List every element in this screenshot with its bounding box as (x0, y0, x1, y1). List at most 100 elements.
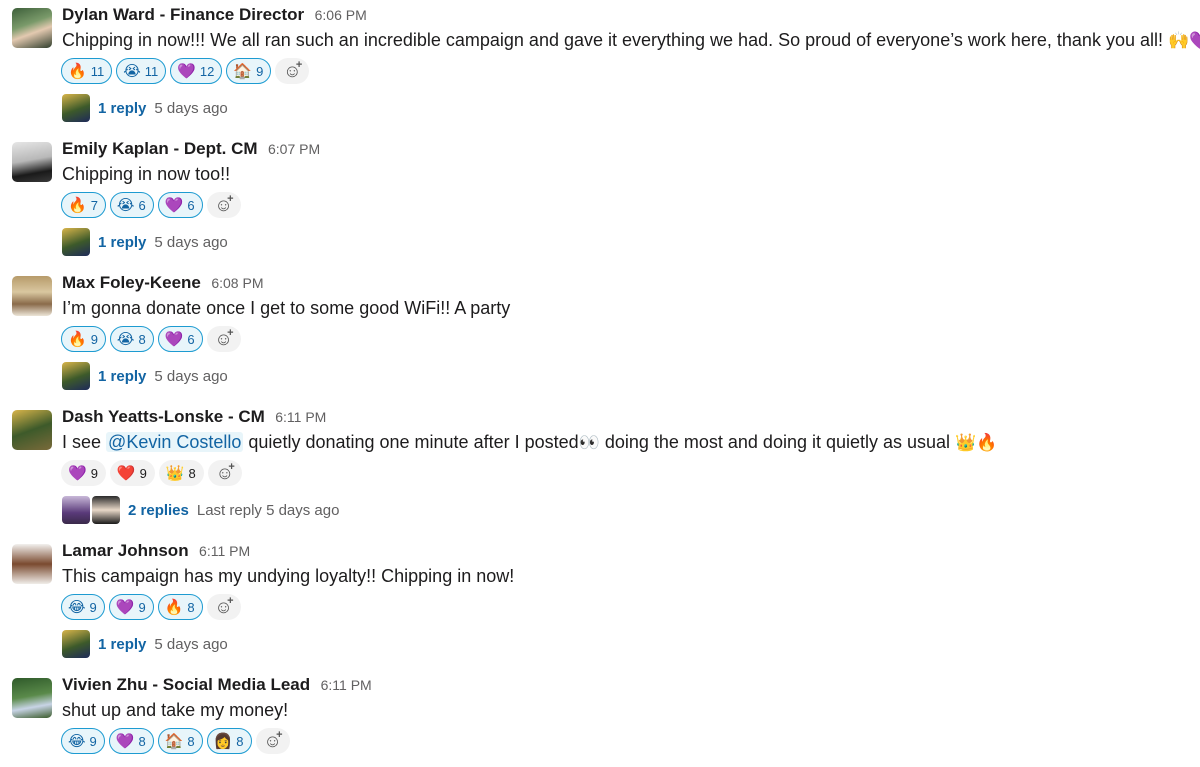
reaction-count: 7 (90, 197, 98, 213)
reply-count-link[interactable]: 2 replies (128, 502, 189, 519)
reaction-fire[interactable]: 🔥 8 (157, 594, 203, 620)
purple-heart-icon: 💜 (68, 464, 87, 482)
reaction-house[interactable]: 🏠 8 (157, 728, 203, 754)
crown-icon: 👑 (165, 464, 185, 482)
timestamp[interactable]: 6:11 PM (275, 409, 326, 425)
avatar[interactable] (12, 142, 52, 182)
message-header: Vivien Zhu - Social Media Lead 6:11 PM (62, 675, 372, 695)
reaction-count: 8 (138, 331, 146, 347)
reaction-crying[interactable]: 😭 6 (109, 192, 154, 218)
reply-count-link[interactable]: 1 reply (98, 100, 146, 117)
timestamp[interactable]: 6:11 PM (199, 543, 250, 559)
reactions-bar: 🔥 11 😭 11 💜 12 🏠 9 ☺ + (61, 58, 310, 84)
message-body: quietly donating one minute after I post… (248, 432, 579, 452)
reaction-count: 6 (187, 331, 195, 347)
user-mention[interactable]: @Kevin Costello (106, 432, 244, 452)
avatar[interactable] (12, 544, 52, 584)
reaction-crown[interactable]: 👑 8 (158, 460, 204, 486)
reply-time: 5 days ago (154, 233, 228, 251)
message-text: Chipping in now!!! We all ran such an in… (62, 30, 1200, 51)
house-icon: 🏠 (233, 62, 253, 80)
reaction-crying[interactable]: 😭 8 (109, 326, 154, 352)
timestamp[interactable]: 6:11 PM (321, 677, 372, 693)
reaction-fire[interactable]: 🔥 7 (61, 192, 106, 218)
message-header: Dash Yeatts-Lonske - CM 6:11 PM (62, 407, 326, 427)
purple-heart-icon: 💜 (164, 196, 184, 214)
add-reaction-button[interactable]: ☺ + (255, 728, 290, 754)
fire-icon: 🔥 (68, 330, 87, 348)
message-text: I see @Kevin Costello quietly donating o… (62, 432, 997, 453)
thread-summary[interactable]: 1 reply 5 days ago (62, 94, 228, 122)
thread-summary[interactable]: 1 reply 5 days ago (62, 630, 228, 658)
reaction-count: 8 (188, 465, 196, 481)
reaction-tears-of-joy[interactable]: 😂 9 (61, 594, 105, 620)
reactions-bar: 😂 9 💜 9 🔥 8 ☺ + (61, 594, 241, 620)
tears-of-joy-icon: 😂 (68, 732, 86, 750)
timestamp[interactable]: 6:06 PM (315, 7, 367, 23)
avatar[interactable] (12, 8, 52, 48)
eyes-icon: 👀 (578, 433, 600, 452)
reactions-bar: 😂 9 💜 8 🏠 8 👩 8 ☺ + (61, 728, 290, 754)
message-header: Max Foley-Keene 6:08 PM (62, 273, 263, 293)
reaction-tears-of-joy[interactable]: 😂 9 (61, 728, 105, 754)
reaction-purple-heart[interactable]: 💜 9 (61, 460, 106, 486)
message-text: I’m gonna donate once I get to some good… (62, 298, 511, 318)
purple-heart-icon: 💜 (164, 330, 184, 348)
reaction-crying[interactable]: 😭 11 (116, 58, 167, 84)
crown-fire-icon: 👑🔥 (955, 433, 998, 452)
timestamp[interactable]: 6:08 PM (211, 275, 263, 291)
crying-face-icon: 😭 (123, 62, 141, 80)
reaction-count: 8 (187, 733, 195, 749)
reaction-purple-heart[interactable]: 💜 9 (108, 594, 154, 620)
reaction-count: 9 (89, 733, 97, 749)
fire-icon: 🔥 (164, 598, 184, 616)
reply-count-link[interactable]: 1 reply (98, 636, 146, 653)
raised-hands-purple-hearts-icon: 🙌💜💜 (1168, 31, 1200, 50)
author-name[interactable]: Vivien Zhu - Social Media Lead (62, 675, 310, 694)
add-reaction-button[interactable]: ☺ + (206, 192, 241, 218)
reaction-count: 12 (199, 63, 215, 79)
avatar[interactable] (12, 678, 52, 718)
replier-avatar (62, 362, 90, 390)
add-reaction-button[interactable]: ☺ + (275, 58, 310, 84)
replier-avatar (92, 496, 120, 524)
fire-icon: 🔥 (68, 196, 87, 214)
house-icon: 🏠 (164, 732, 184, 750)
author-name[interactable]: Max Foley-Keene (62, 273, 201, 292)
thread-summary[interactable]: 2 replies Last reply 5 days ago (62, 496, 339, 524)
reaction-count: 9 (89, 599, 97, 615)
avatar[interactable] (12, 410, 52, 450)
add-reaction-button[interactable]: ☺ + (206, 326, 241, 352)
reaction-count: 9 (90, 465, 98, 481)
add-reaction-button[interactable]: ☺ + (207, 460, 242, 486)
thread-summary[interactable]: 1 reply 5 days ago (62, 362, 228, 390)
reaction-purple-heart[interactable]: 💜 12 (170, 58, 223, 84)
reply-time: 5 days ago (154, 635, 228, 653)
reaction-fire[interactable]: 🔥 9 (61, 326, 106, 352)
thread-summary[interactable]: 1 reply 5 days ago (62, 228, 228, 256)
author-name[interactable]: Emily Kaplan - Dept. CM (62, 139, 258, 158)
reactions-bar: 💜 9 ❤️ 9 👑 8 ☺ + (61, 460, 242, 486)
author-name[interactable]: Dylan Ward - Finance Director (62, 5, 304, 24)
author-name[interactable]: Lamar Johnson (62, 541, 189, 560)
avatar[interactable] (12, 276, 52, 316)
reaction-person[interactable]: 👩 8 (206, 728, 252, 754)
author-name[interactable]: Dash Yeatts-Lonske - CM (62, 407, 265, 426)
purple-heart-icon: 💜 (115, 732, 135, 750)
reply-count-link[interactable]: 1 reply (98, 368, 146, 385)
reaction-purple-heart[interactable]: 💜 6 (157, 326, 203, 352)
reaction-count: 11 (144, 63, 159, 79)
message-body: I see (62, 432, 102, 452)
reply-count-link[interactable]: 1 reply (98, 234, 146, 251)
timestamp[interactable]: 6:07 PM (268, 141, 320, 157)
reactions-bar: 🔥 9 😭 8 💜 6 ☺ + (61, 326, 241, 352)
reaction-house[interactable]: 🏠 9 (226, 58, 272, 84)
reaction-purple-heart[interactable]: 💜 6 (157, 192, 203, 218)
tears-of-joy-icon: 😂 (68, 598, 86, 616)
reaction-count: 6 (138, 197, 146, 213)
reaction-purple-heart[interactable]: 💜 8 (108, 728, 154, 754)
add-reaction-button[interactable]: ☺ + (206, 594, 241, 620)
purple-heart-icon: 💜 (177, 62, 196, 80)
reaction-red-heart[interactable]: ❤️ 9 (109, 460, 155, 486)
reaction-fire[interactable]: 🔥 11 (61, 58, 113, 84)
